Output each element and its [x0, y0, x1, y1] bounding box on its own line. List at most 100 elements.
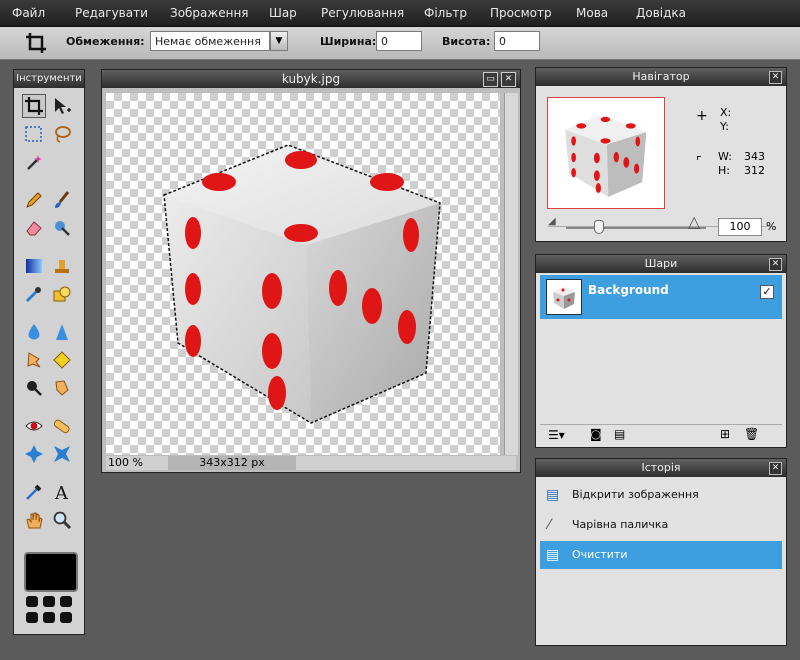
vertical-scrollbar[interactable] — [504, 93, 518, 455]
layer-folder-icon[interactable]: ▤ — [614, 427, 625, 441]
eraser-icon[interactable] — [22, 216, 46, 240]
layers-footer: ☰▾ ◙ ▤ ⊞ 🗑 — [540, 424, 782, 445]
hand-icon[interactable] — [22, 508, 46, 532]
zoom-out-icon[interactable]: ◢ — [548, 216, 556, 227]
new-layer-icon[interactable]: ⊞ — [720, 427, 730, 441]
x-label: X: — [720, 106, 732, 119]
menu-edit[interactable]: Редагувати — [71, 0, 152, 26]
menu-bar: Файл Редагувати Зображення Шар Регулюван… — [0, 0, 800, 27]
document-window: kubyk.jpg ▭ ✕ 100 % 343x312 px — [101, 69, 521, 473]
layers-panel: Шари ✕ Background ✓ ☰▾ ◙ ▤ ⊞ 🗑 — [535, 254, 787, 448]
close-icon[interactable]: ✕ — [769, 258, 782, 271]
red-eye-icon[interactable] — [22, 414, 46, 438]
layer-visibility-checkbox[interactable]: ✓ — [760, 285, 774, 299]
color-swatch[interactable] — [24, 552, 78, 592]
lasso-tool-icon[interactable] — [50, 122, 74, 146]
view-mode-icon[interactable] — [24, 594, 76, 626]
zoom-in-icon[interactable]: △ — [688, 212, 700, 231]
shape-icon[interactable] — [50, 282, 74, 306]
h-label: H: — [718, 164, 730, 177]
history-item[interactable]: ⁄ Чарівна паличка — [540, 511, 782, 539]
magic-wand-icon[interactable] — [22, 150, 46, 174]
history-item-label: Очистити — [572, 548, 628, 561]
sharpen-icon[interactable] — [50, 320, 74, 344]
width-input[interactable]: 0 — [376, 31, 422, 51]
zoom-slider[interactable] — [566, 227, 706, 229]
dodge-icon[interactable] — [22, 376, 46, 400]
history-item-label: Чарівна паличка — [572, 518, 669, 531]
history-item[interactable]: ▤ Відкрити зображення — [540, 481, 782, 509]
zoom-slider-handle[interactable] — [594, 220, 604, 234]
menu-help[interactable]: Довідка — [632, 0, 690, 26]
w-label: W: — [718, 150, 732, 163]
stamp-icon[interactable] — [50, 254, 74, 278]
trash-icon[interactable]: 🗑 — [744, 427, 759, 441]
layer-mask-icon[interactable]: ◙ — [590, 427, 602, 441]
zoom-icon[interactable] — [50, 508, 74, 532]
layer-name: Background — [588, 283, 669, 297]
pencil-icon[interactable] — [22, 188, 46, 212]
history-item-selected[interactable]: ▤ Очистити — [540, 541, 782, 569]
dimensions-icon: ⌜ — [696, 154, 702, 168]
crop-icon — [24, 31, 48, 55]
sponge-icon[interactable] — [50, 348, 74, 372]
tools-panel: Інструменти A — [13, 69, 85, 635]
navigator-title: Навігатор — [536, 68, 786, 86]
color-picker-icon[interactable] — [22, 282, 46, 306]
bandage-icon[interactable] — [50, 414, 74, 438]
height-input[interactable]: 0 — [494, 31, 540, 51]
text-tool-icon[interactable]: A — [50, 480, 74, 504]
marquee-tool-icon[interactable] — [22, 122, 46, 146]
zoom-input[interactable]: 100 — [718, 218, 762, 236]
width-label: Ширина: — [320, 35, 377, 48]
menu-filter[interactable]: Фільтр — [420, 0, 471, 26]
h-value: 312 — [744, 164, 765, 177]
menu-language[interactable]: Мова — [572, 0, 612, 26]
layer-row[interactable]: Background ✓ — [540, 275, 782, 319]
maximize-icon[interactable]: ▭ — [483, 72, 498, 87]
close-icon[interactable]: ✕ — [501, 72, 516, 87]
layers-title: Шари — [536, 255, 786, 273]
constraint-select[interactable]: Немає обмеження — [150, 31, 270, 51]
menu-layer[interactable]: Шар — [265, 0, 301, 26]
height-label: Висота: — [442, 35, 491, 48]
history-title: Історія — [536, 459, 786, 477]
crosshair-icon: + — [696, 108, 708, 124]
bloat-icon[interactable] — [50, 442, 74, 466]
crop-tool-icon[interactable] — [22, 94, 46, 118]
menu-image[interactable]: Зображення — [166, 0, 253, 26]
menu-adjust[interactable]: Регулювання — [317, 0, 408, 26]
menu-file[interactable]: Файл — [8, 0, 49, 26]
dice-image — [163, 144, 441, 424]
pinch-icon[interactable] — [22, 442, 46, 466]
smudge-icon[interactable] — [22, 348, 46, 372]
svg-text:A: A — [54, 483, 69, 502]
document-title: kubyk.jpg — [102, 70, 520, 88]
document-icon: ▤ — [546, 547, 560, 563]
zoom-readout[interactable]: 100 % — [108, 456, 143, 470]
tools-panel-title: Інструменти — [14, 70, 84, 88]
navigator-thumbnail[interactable] — [547, 97, 665, 209]
blur-icon[interactable] — [22, 320, 46, 344]
image-size-readout: 343x312 px — [168, 456, 296, 470]
move-tool-icon[interactable] — [50, 94, 74, 118]
close-icon[interactable]: ✕ — [769, 462, 782, 475]
constraint-label: Обмеження: — [66, 35, 145, 48]
canvas[interactable] — [106, 93, 500, 455]
document-icon: ▤ — [546, 487, 560, 503]
burn-icon[interactable] — [50, 376, 74, 400]
gradient-icon[interactable] — [22, 254, 46, 278]
zoom-unit: % — [766, 220, 777, 233]
tool-options-bar: Обмеження: Немає обмеження ▼ Ширина: 0 В… — [0, 27, 800, 60]
brush-icon[interactable] — [50, 188, 74, 212]
w-value: 343 — [744, 150, 765, 163]
replace-color-icon[interactable] — [50, 216, 74, 240]
eyedropper-icon[interactable] — [22, 480, 46, 504]
history-panel: Історія ✕ ▤ Відкрити зображення ⁄ Чарівн… — [535, 458, 787, 646]
chevron-down-icon[interactable]: ▼ — [270, 31, 288, 51]
status-bar: 100 % 343x312 px — [106, 456, 516, 470]
menu-view[interactable]: Просмотр — [486, 0, 556, 26]
close-icon[interactable]: ✕ — [769, 71, 782, 84]
layer-settings-icon[interactable]: ☰▾ — [548, 428, 565, 442]
history-item-label: Відкрити зображення — [572, 488, 699, 501]
